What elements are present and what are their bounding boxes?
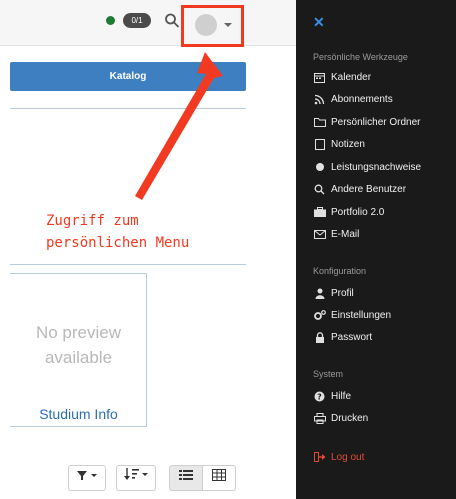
section-title-personal-tools: Persönliche Werkzeuge xyxy=(313,52,408,62)
certificate-icon xyxy=(313,161,326,173)
annotation-line-1: Zugriff zum xyxy=(46,213,139,229)
menu-item-drucken[interactable]: Drucken xyxy=(313,409,368,427)
menu-item-hilfe[interactable]: ? Hilfe xyxy=(313,387,351,405)
help-icon: ? xyxy=(313,390,326,402)
note-icon xyxy=(313,138,326,150)
rss-icon xyxy=(313,93,326,105)
menu-item-abonnements[interactable]: Abonnements xyxy=(313,90,393,108)
menu-item-portfolio[interactable]: Portfolio 2.0 xyxy=(313,203,384,221)
mail-icon xyxy=(313,228,326,240)
menu-item-label: Leistungsnachweise xyxy=(331,161,422,173)
menu-item-label: E-Mail xyxy=(331,228,360,240)
grid-view-button[interactable] xyxy=(202,465,236,491)
menu-item-label: Passwort xyxy=(331,331,373,343)
menu-item-label: Kalender xyxy=(331,71,372,83)
gears-icon xyxy=(313,309,326,321)
menu-item-passwort[interactable]: Passwort xyxy=(313,328,372,346)
lock-icon xyxy=(313,331,326,343)
menu-item-label: Drucken xyxy=(331,412,369,424)
personal-menu-sidebar: ✕ Persönliche Werkzeuge Kalender Abonnem… xyxy=(296,0,456,499)
menu-item-andere-benutzer[interactable]: Andere Benutzer xyxy=(313,180,406,198)
menu-item-label: Persönlicher Ordner xyxy=(331,116,421,128)
main-page: 0/1 Katalog Zugriff zum persönlichen Men… xyxy=(0,0,296,499)
menu-item-label: Einstellungen xyxy=(331,309,392,321)
annotation-line-2: persönlichen Menu xyxy=(46,235,190,251)
menu-item-label: Andere Benutzer xyxy=(331,183,407,195)
portfolio-icon xyxy=(313,206,326,218)
menu-item-leistungsnachweise[interactable]: Leistungsnachweise xyxy=(313,158,421,176)
card-title-link[interactable]: Studium Info xyxy=(10,406,147,422)
logout-icon xyxy=(313,451,326,463)
sort-icon xyxy=(124,468,148,480)
menu-item-label: Hilfe xyxy=(331,390,352,402)
section-title-configuration: Konfiguration xyxy=(313,266,367,276)
sort-dropdown-button[interactable] xyxy=(116,465,156,491)
menu-item-email[interactable]: E-Mail xyxy=(313,225,359,243)
menu-item-label: Portfolio 2.0 xyxy=(331,206,385,218)
menu-item-kalender[interactable]: Kalender xyxy=(313,68,371,86)
logout-link[interactable]: Log out xyxy=(313,448,364,466)
menu-item-label: Abonnements xyxy=(331,93,393,105)
filter-dropdown-button[interactable] xyxy=(68,465,106,491)
menu-item-einstellungen[interactable]: Einstellungen xyxy=(313,306,391,324)
annotation-text: Zugriff zum persönlichen Menu xyxy=(46,210,189,254)
logout-label: Log out xyxy=(331,451,365,463)
menu-item-label: Profil xyxy=(331,287,354,299)
menu-item-profil[interactable]: Profil xyxy=(313,284,354,302)
preview-line-2: available xyxy=(44,348,113,367)
close-icon[interactable]: ✕ xyxy=(313,14,325,31)
content-card[interactable]: No preview available Studium Info xyxy=(10,273,147,427)
menu-item-label: Notizen xyxy=(331,138,365,150)
section-title-system: System xyxy=(313,369,344,379)
grid-icon xyxy=(212,469,226,481)
menu-item-notizen[interactable]: Notizen xyxy=(313,135,365,153)
calendar-icon xyxy=(313,71,326,83)
no-preview-placeholder: No preview available xyxy=(10,320,147,370)
print-icon xyxy=(313,412,326,424)
user-icon xyxy=(313,287,326,299)
menu-item-persoenlicher-ordner[interactable]: Persönlicher Ordner xyxy=(313,113,420,131)
filter-icon xyxy=(77,471,97,480)
list-icon xyxy=(179,470,193,480)
search-icon xyxy=(313,183,326,195)
svg-text:?: ? xyxy=(317,392,322,401)
list-view-button[interactable] xyxy=(169,465,203,491)
preview-line-1: No preview xyxy=(35,323,122,342)
folder-icon xyxy=(313,116,326,128)
